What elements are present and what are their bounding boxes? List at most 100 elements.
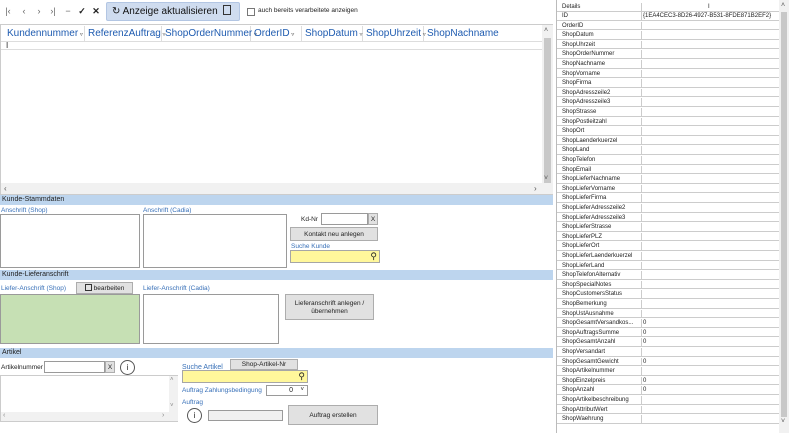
scroll-down-icon[interactable]: ˅ <box>544 175 548 182</box>
details-row-value[interactable] <box>641 146 779 155</box>
new-record-row[interactable]: I <box>1 41 543 50</box>
details-row-value[interactable] <box>641 60 779 68</box>
details-row[interactable]: ShopGesamtVersandkos... 0 <box>557 319 779 328</box>
details-row-value[interactable] <box>641 309 779 318</box>
previous-page-icon[interactable]: ‹ <box>18 4 30 19</box>
details-row[interactable]: ShopAttributWert <box>557 405 779 415</box>
details-row[interactable]: ShopLieferPLZ <box>557 232 779 242</box>
filter-icon[interactable]: ▿ <box>78 32 83 38</box>
details-row-value[interactable] <box>641 405 779 414</box>
details-row-value[interactable] <box>641 213 779 222</box>
vertical-scrollbar[interactable]: ˄ ˅ <box>542 25 553 194</box>
details-row[interactable]: ShopEinzelpreis 0 <box>557 376 779 386</box>
details-row[interactable]: ShopAdresszeile3 <box>557 98 779 107</box>
details-row[interactable]: OrderID <box>557 21 779 31</box>
details-row-value[interactable] <box>641 184 779 193</box>
details-row[interactable]: ShopOrt <box>557 127 779 136</box>
lieferanschrift-anlegen-button[interactable]: Lieferanschrift anlegen / übernehmen <box>285 294 374 320</box>
details-row[interactable]: ShopVersandart <box>557 348 779 357</box>
details-row-value[interactable] <box>641 396 779 404</box>
liefer-shop-field[interactable] <box>0 294 140 344</box>
details-row[interactable]: ShopStrasse <box>557 108 779 117</box>
scroll-up-icon[interactable]: ˄ <box>544 27 548 34</box>
details-row[interactable]: ShopOrderNummer <box>557 50 779 59</box>
details-row[interactable]: ShopDatum <box>557 31 779 40</box>
details-row-value[interactable] <box>641 232 779 241</box>
details-row-value[interactable] <box>641 194 779 203</box>
details-row-value[interactable] <box>641 156 779 164</box>
details-row-value[interactable]: 0 <box>641 338 779 347</box>
auftrag-info-icon[interactable]: i <box>187 408 202 423</box>
details-row[interactable]: ShopLieferFirma <box>557 194 779 203</box>
details-row[interactable]: ID {1EA4CEC3-8D26-4927-B531-8FDE871B2EF2} <box>557 12 779 21</box>
next-page-icon[interactable]: › <box>33 4 45 19</box>
details-row-value[interactable] <box>641 242 779 251</box>
zahlungsbedingung-select[interactable]: 0 ˅ <box>266 385 308 396</box>
details-row-value[interactable] <box>641 290 779 299</box>
kontakt-neu-anlegen-button[interactable]: Kontakt neu anlegen <box>290 227 378 241</box>
column-header[interactable]: ShopNachname <box>424 26 539 41</box>
details-row[interactable]: ShopLieferAdresszeile3 <box>557 213 779 223</box>
details-row-value[interactable]: 0 <box>641 357 779 366</box>
details-row-value[interactable]: 0 <box>641 376 779 385</box>
details-row-value[interactable]: 0 <box>641 386 779 395</box>
details-row[interactable]: ShopGesamtAnzahl 0 <box>557 338 779 347</box>
details-row[interactable]: ShopCustomersStatus <box>557 290 779 299</box>
details-row-value[interactable] <box>641 108 779 116</box>
details-row[interactable]: ShopLieferOrt <box>557 242 779 251</box>
filter-icon[interactable]: ▿ <box>358 32 362 38</box>
last-record-icon[interactable]: ›| <box>47 4 59 19</box>
anschrift-cadia-field[interactable] <box>143 214 287 268</box>
details-row-value[interactable] <box>641 98 779 107</box>
first-record-icon[interactable]: |‹ <box>2 4 14 19</box>
scroll-left-icon[interactable]: ‹ <box>3 412 5 419</box>
scroll-down-icon[interactable]: ˅ <box>170 403 174 409</box>
chevron-down-icon[interactable]: ˅ <box>300 386 304 395</box>
details-row-value[interactable] <box>641 88 779 97</box>
details-row-value[interactable] <box>641 261 779 270</box>
details-row-value[interactable] <box>641 40 779 49</box>
suche-kunde-input[interactable]: ⚲ <box>290 250 380 263</box>
details-row-value[interactable] <box>641 280 779 289</box>
details-row-value[interactable] <box>641 31 779 39</box>
search-icon[interactable]: ⚲ <box>370 251 377 262</box>
details-row-value[interactable] <box>641 348 779 356</box>
details-row-value[interactable] <box>641 117 779 126</box>
confirm-icon[interactable]: ✓ <box>76 4 88 19</box>
details-row[interactable]: ShopUstAusnahme <box>557 309 779 319</box>
details-row[interactable]: ShopArtikelbeschreibung <box>557 396 779 405</box>
details-row[interactable]: ShopWaehrung <box>557 415 779 424</box>
details-row-value[interactable]: {1EA4CEC3-8D26-4927-B531-8FDE871B2EF2} <box>641 12 779 20</box>
column-header[interactable]: Kundennummer ▿ <box>4 26 85 41</box>
column-header[interactable]: ShopOrderNummer ▿ <box>162 26 257 41</box>
details-row-value[interactable] <box>641 136 779 145</box>
details-row[interactable]: ShopBemerkung <box>557 300 779 309</box>
details-scrollbar[interactable]: ˄ ˅ <box>779 0 789 433</box>
artikel-list-hscroll[interactable]: ‹ › <box>1 412 169 421</box>
horizontal-scrollbar[interactable]: ‹ › <box>1 183 542 194</box>
column-header[interactable]: ShopUhrzeit ▿ <box>363 26 426 41</box>
details-row[interactable]: ShopArtikelnummer <box>557 367 779 376</box>
column-header[interactable]: ShopDatum ▿ <box>302 26 363 41</box>
details-row[interactable]: ShopLieferAdresszeile2 <box>557 204 779 213</box>
delete-record-icon[interactable]: − <box>62 4 74 19</box>
details-row-value[interactable] <box>641 79 779 87</box>
details-row-value[interactable] <box>641 271 779 279</box>
details-row[interactable]: ShopAnzahl 0 <box>557 386 779 395</box>
details-row-value[interactable]: 0 <box>641 328 779 337</box>
refresh-button[interactable]: ↻ Anzeige aktualisieren <box>106 2 240 21</box>
details-row-value[interactable] <box>641 69 779 78</box>
details-row[interactable]: ShopNachname <box>557 60 779 69</box>
details-row-value[interactable] <box>641 127 779 135</box>
details-row[interactable]: ShopLieferNachname <box>557 175 779 184</box>
artikel-list-scrollbar[interactable]: ˄ ˅ <box>169 376 178 421</box>
scroll-right-icon[interactable]: › <box>162 412 164 419</box>
details-row-value[interactable]: 0 <box>641 319 779 327</box>
details-row-value[interactable] <box>641 252 779 260</box>
details-row[interactable]: ShopLieferStrasse <box>557 223 779 232</box>
details-row[interactable]: ShopUhrzeit <box>557 40 779 50</box>
scroll-left-icon[interactable]: ‹ <box>4 184 7 193</box>
search-icon[interactable]: ⚲ <box>298 371 305 382</box>
details-row[interactable]: ShopTelefonAlternativ <box>557 271 779 280</box>
details-row[interactable]: ShopEmail <box>557 165 779 175</box>
